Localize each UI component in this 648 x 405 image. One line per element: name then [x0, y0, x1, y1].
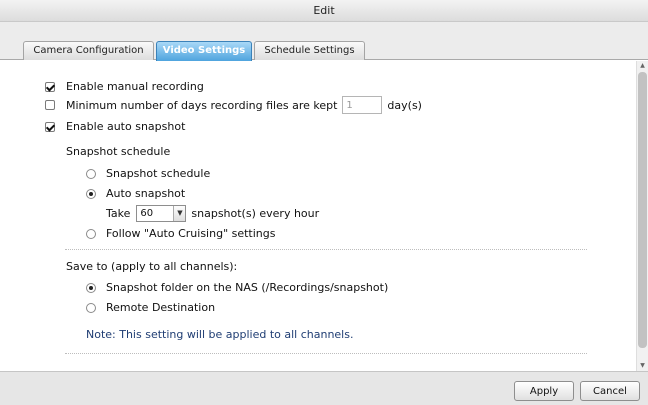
scroll-down-icon[interactable]: ▼ — [637, 361, 648, 371]
nas-folder-radio-label: Snapshot folder on the NAS (/Recordings/… — [106, 281, 389, 294]
window-titlebar: Edit — [0, 0, 648, 22]
min-days-row: Minimum number of days recording files a… — [45, 96, 422, 114]
auto-snapshot-radio[interactable] — [86, 188, 96, 199]
manual-recording-checkbox[interactable] — [45, 81, 55, 92]
snapshot-count-select[interactable]: 60 ▼ — [136, 205, 187, 222]
remote-destination-radio-row: Remote Destination — [86, 301, 215, 314]
auto-snapshot-row: Enable auto snapshot — [45, 120, 185, 133]
take-suffix-label: snapshot(s) every hour — [191, 207, 320, 220]
snapshot-schedule-title: Snapshot schedule — [66, 145, 170, 158]
chevron-down-icon[interactable]: ▼ — [173, 206, 186, 221]
tab-camera-configuration[interactable]: Camera Configuration — [23, 41, 154, 60]
dialog-footer: Apply Cancel — [0, 371, 648, 405]
auto-snapshot-label: Enable auto snapshot — [66, 120, 186, 133]
auto-cruising-radio-row: Follow "Auto Cruising" settings — [86, 227, 276, 240]
note-text: Note: This setting will be applied to al… — [86, 328, 354, 341]
section-divider — [65, 249, 587, 250]
bottom-divider — [65, 353, 587, 354]
min-days-label: Minimum number of days recording files a… — [66, 98, 338, 112]
video-settings-panel: Enable manual recording Minimum number o… — [0, 61, 636, 371]
snapshot-schedule-radio-row: Snapshot schedule — [86, 167, 210, 180]
tab-bar: Camera Configuration Video Settings Sche… — [0, 22, 648, 61]
tab-schedule-settings[interactable]: Schedule Settings — [254, 41, 365, 60]
manual-recording-label: Enable manual recording — [66, 80, 204, 93]
note-row: Note: This setting will be applied to al… — [86, 328, 353, 341]
save-to-title: Save to (apply to all channels): — [66, 260, 237, 273]
auto-cruising-radio-label: Follow "Auto Cruising" settings — [106, 227, 276, 240]
cancel-button[interactable]: Cancel — [580, 381, 640, 401]
snapshot-schedule-heading: Snapshot schedule — [66, 145, 171, 158]
remote-destination-radio[interactable] — [86, 302, 96, 313]
nas-folder-radio[interactable] — [86, 282, 96, 293]
scrollbar-thumb[interactable] — [638, 72, 647, 348]
auto-snapshot-radio-label: Auto snapshot — [106, 187, 186, 200]
snapshot-schedule-radio-label: Snapshot schedule — [106, 167, 211, 180]
auto-snapshot-radio-row: Auto snapshot — [86, 187, 185, 200]
nas-folder-radio-row: Snapshot folder on the NAS (/Recordings/… — [86, 281, 388, 294]
take-prefix-label: Take — [106, 207, 131, 220]
vertical-scrollbar[interactable]: ▲ ▼ — [636, 61, 648, 371]
save-to-heading: Save to (apply to all channels): — [66, 260, 238, 273]
window-title: Edit — [313, 4, 335, 17]
manual-recording-row: Enable manual recording — [45, 80, 204, 93]
tab-video-settings[interactable]: Video Settings — [156, 41, 252, 61]
scroll-up-icon[interactable]: ▲ — [637, 61, 648, 71]
snapshot-count-value: 60 — [140, 208, 154, 219]
auto-cruising-radio[interactable] — [86, 228, 96, 239]
min-days-unit: day(s) — [387, 98, 422, 112]
min-days-input[interactable] — [342, 96, 383, 114]
take-snapshot-row: Take 60 ▼ snapshot(s) every hour — [106, 205, 319, 222]
min-days-checkbox[interactable] — [45, 100, 55, 110]
apply-button[interactable]: Apply — [514, 381, 574, 401]
remote-destination-radio-label: Remote Destination — [106, 301, 216, 314]
snapshot-schedule-radio[interactable] — [86, 168, 96, 179]
auto-snapshot-checkbox[interactable] — [45, 121, 55, 132]
